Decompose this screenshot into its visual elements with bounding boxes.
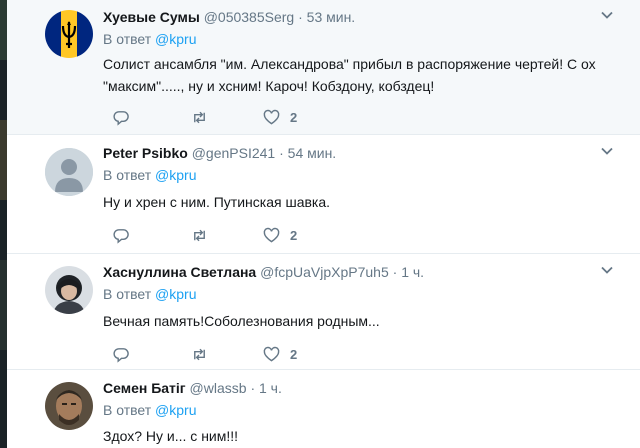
retweet-icon bbox=[194, 111, 205, 123]
reply-prefix: В ответ bbox=[103, 402, 152, 418]
tweet-header: Peter Psibko @genPSI241 · 54 мин. bbox=[103, 144, 336, 162]
reply-button[interactable] bbox=[113, 225, 130, 245]
profile-photo-icon bbox=[45, 382, 93, 430]
tweet-header: Семен Батіг @wlassb · 1 ч. bbox=[103, 379, 282, 397]
like-count: 2 bbox=[290, 227, 298, 243]
separator-dot: · bbox=[298, 9, 303, 25]
reply-tweet[interactable]: Peter Psibko @genPSI241 · 54 мин. В отве… bbox=[7, 136, 640, 254]
tweet-text-line: Вечная память!Соболезнования родным... bbox=[103, 313, 380, 329]
tweet-actions: 2 bbox=[103, 225, 363, 245]
tweet-text-line: "максим"....., ну и хсним! Кароч! Кобздо… bbox=[103, 78, 435, 94]
reply-handle-link[interactable]: @kpru bbox=[155, 286, 196, 302]
reply-context: В ответ @kpru bbox=[103, 286, 196, 302]
heart-icon bbox=[263, 346, 280, 362]
reply-tweet[interactable]: Хаснуллина Светлана @fcpUaVjpXpP7uh5 · 1… bbox=[7, 255, 640, 370]
display-name[interactable]: Хаснуллина Светлана bbox=[103, 264, 256, 280]
reply-icon bbox=[113, 228, 129, 244]
user-handle[interactable]: @050385Serg bbox=[204, 9, 295, 25]
reply-button[interactable] bbox=[113, 107, 130, 127]
reply-context: В ответ @kpru bbox=[103, 31, 196, 47]
default-avatar-icon bbox=[45, 148, 93, 196]
separator-dot: · bbox=[392, 264, 398, 280]
avatar[interactable] bbox=[45, 382, 93, 430]
like-button[interactable]: 2 bbox=[263, 344, 297, 364]
separator-dot: · bbox=[279, 145, 284, 161]
separator-dot: · bbox=[250, 380, 256, 396]
display-name[interactable]: Семен Батіг bbox=[103, 380, 186, 396]
user-handle[interactable]: @genPSI241 bbox=[192, 145, 276, 161]
tweet-actions: 2 bbox=[103, 107, 363, 127]
avatar[interactable] bbox=[45, 148, 93, 196]
barbados-flag-icon bbox=[45, 10, 93, 58]
retweet-icon bbox=[194, 348, 205, 360]
avatar[interactable] bbox=[45, 266, 93, 314]
reply-icon bbox=[113, 347, 129, 363]
reply-handle-link[interactable]: @kpru bbox=[155, 31, 196, 47]
display-name[interactable]: Peter Psibko bbox=[103, 145, 188, 161]
chevron-down-icon[interactable] bbox=[600, 144, 614, 158]
heart-icon bbox=[263, 109, 280, 125]
reply-prefix: В ответ bbox=[103, 31, 152, 47]
reply-icon bbox=[113, 110, 129, 126]
user-handle[interactable]: @wlassb bbox=[190, 380, 247, 396]
tweet-text-line: Ну и хрен с ним. Путинская шавка. bbox=[103, 194, 331, 210]
chevron-down-icon[interactable] bbox=[600, 263, 614, 277]
tweet-text: Солист ансамбля "им. Александрова" прибы… bbox=[103, 53, 613, 97]
tweet-actions: 2 bbox=[103, 344, 363, 364]
tweet-text-line: Солист ансамбля "им. Александрова" прибы… bbox=[103, 56, 596, 72]
reply-button[interactable] bbox=[113, 344, 130, 364]
chevron-down-icon[interactable] bbox=[600, 8, 614, 22]
retweet-button[interactable] bbox=[191, 225, 208, 245]
retweet-button[interactable] bbox=[191, 344, 208, 364]
heart-icon bbox=[263, 227, 280, 243]
reply-context: В ответ @kpru bbox=[103, 402, 196, 418]
reply-prefix: В ответ bbox=[103, 286, 152, 302]
tweet-text: Здох? Ну и... с ним!!! bbox=[103, 425, 613, 447]
reply-handle-link[interactable]: @kpru bbox=[155, 167, 196, 183]
timestamp[interactable]: 53 мин. bbox=[307, 9, 356, 25]
replies-feed: Хуевые Сумы @050385Serg · 53 мин. В отве… bbox=[7, 0, 640, 448]
tweet-text: Вечная память!Соболезнования родным... bbox=[103, 310, 613, 332]
reply-handle-link[interactable]: @kpru bbox=[155, 402, 196, 418]
retweet-button[interactable] bbox=[191, 107, 208, 127]
profile-photo-icon bbox=[45, 266, 93, 314]
avatar[interactable] bbox=[45, 10, 93, 58]
retweet-icon bbox=[194, 229, 205, 241]
user-handle[interactable]: @fcpUaVjpXpP7uh5 bbox=[260, 264, 389, 280]
reply-tweet[interactable]: Семен Батіг @wlassb · 1 ч. В ответ @kpru… bbox=[7, 371, 640, 448]
like-count: 2 bbox=[290, 346, 298, 362]
reply-context: В ответ @kpru bbox=[103, 167, 196, 183]
reply-tweet[interactable]: Хуевые Сумы @050385Serg · 53 мин. В отве… bbox=[7, 0, 640, 135]
like-count: 2 bbox=[290, 109, 298, 125]
like-button[interactable]: 2 bbox=[263, 225, 297, 245]
background-strip bbox=[0, 0, 7, 448]
tweet-header: Хаснуллина Светлана @fcpUaVjpXpP7uh5 · 1… bbox=[103, 263, 424, 281]
reply-prefix: В ответ bbox=[103, 167, 152, 183]
tweet-header: Хуевые Сумы @050385Serg · 53 мин. bbox=[103, 8, 355, 26]
tweet-text: Ну и хрен с ним. Путинская шавка. bbox=[103, 191, 613, 213]
like-button[interactable]: 2 bbox=[263, 107, 297, 127]
display-name[interactable]: Хуевые Сумы bbox=[103, 9, 200, 25]
timestamp[interactable]: 1 ч. bbox=[259, 380, 282, 396]
timestamp[interactable]: 1 ч. bbox=[401, 264, 424, 280]
timestamp[interactable]: 54 мин. bbox=[288, 145, 337, 161]
tweet-text-line: Здох? Ну и... с ним!!! bbox=[103, 428, 239, 444]
